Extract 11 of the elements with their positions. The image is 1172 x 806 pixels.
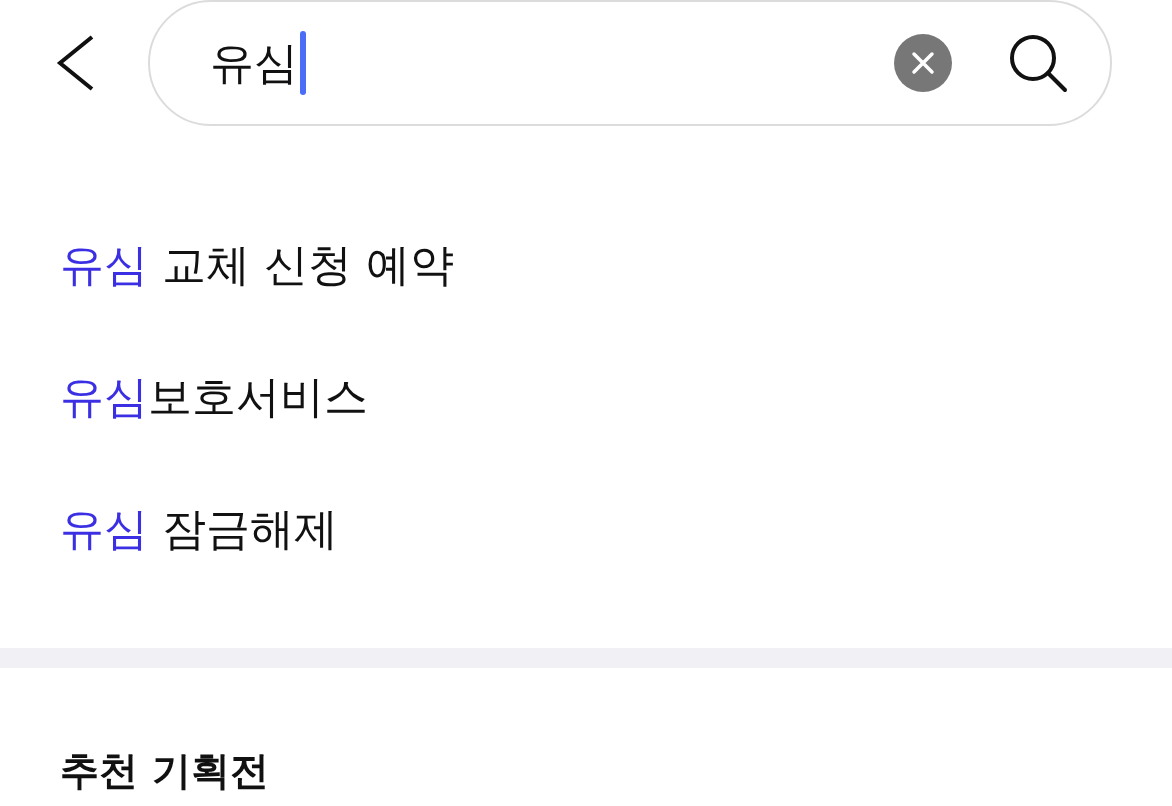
section-heading: 추천 기획전: [60, 748, 269, 795]
search-button[interactable]: [1008, 33, 1068, 93]
search-suggestion[interactable]: 유심보호서비스: [60, 331, 368, 463]
search-icon: [1008, 33, 1068, 93]
clear-button[interactable]: [894, 34, 952, 92]
search-input[interactable]: 유심: [210, 35, 300, 91]
search-suggestion[interactable]: 유심 잠금해제: [60, 463, 338, 595]
search-suggestion[interactable]: 유심 교체 신청 예약: [60, 199, 454, 331]
text-cursor-icon: [300, 31, 306, 95]
clear-icon: [894, 34, 952, 92]
chevron-left-icon: [56, 35, 96, 91]
